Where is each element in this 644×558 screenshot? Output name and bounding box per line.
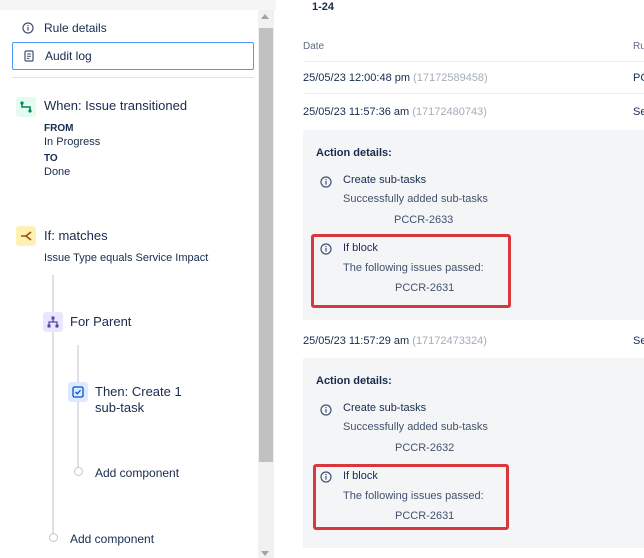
row-date: 25/05/23 11:57:29 am <box>303 335 410 347</box>
rule-sidebar: Rule details Audit log When: Issue trans… <box>0 0 276 558</box>
trigger-to-value: Done <box>44 166 71 178</box>
row-id: (17172473324) <box>412 335 487 347</box>
highlight-annotation <box>313 464 509 530</box>
action-details-heading: Action details: <box>316 375 392 387</box>
branch-condition-icon <box>16 226 36 246</box>
scroll-thumb[interactable] <box>259 28 273 462</box>
header-divider <box>303 61 644 62</box>
add-component-inner[interactable]: Add component <box>95 466 179 480</box>
add-component-outer[interactable]: Add component <box>70 532 154 546</box>
info-icon <box>320 176 332 188</box>
highlight-annotation <box>311 234 511 308</box>
action-details-panel: Action details: Create sub-tasks Success… <box>303 358 644 548</box>
row-status: PC <box>633 72 644 84</box>
row-divider <box>303 93 644 94</box>
condition-subtitle: Issue Type equals Service Impact <box>44 252 209 264</box>
nav-rule-details[interactable]: Rule details <box>12 14 254 42</box>
branch-title[interactable]: For Parent <box>70 314 131 330</box>
sidebar-top-bar <box>0 0 276 10</box>
trigger-from-value: In Progress <box>44 136 101 148</box>
info-icon <box>320 404 332 416</box>
add-component-dot[interactable] <box>49 533 58 542</box>
table-row[interactable]: 25/05/23 11:57:36 am (17172480743) <box>303 106 487 118</box>
flow-connector-inner <box>77 345 79 467</box>
sidebar-scrollbar[interactable] <box>258 10 274 558</box>
row-id: (17172480743) <box>412 106 487 118</box>
trigger-to-label: TO <box>44 153 58 164</box>
column-header-rule[interactable]: Ru <box>633 41 644 52</box>
condition-title[interactable]: If: matches <box>44 228 108 244</box>
action-title-line1[interactable]: Then: Create 1 <box>95 384 182 400</box>
trigger-title[interactable]: When: Issue transitioned <box>44 98 187 114</box>
row-date: 25/05/23 12:00:48 pm <box>303 72 411 84</box>
action-details-panel: Action details: Create sub-tasks Success… <box>303 130 644 320</box>
transition-icon <box>16 97 36 117</box>
trigger-from-label: FROM <box>44 123 74 134</box>
table-row[interactable]: 25/05/23 11:57:29 am (17172473324) <box>303 335 487 347</box>
add-component-dot[interactable] <box>74 467 83 476</box>
scroll-down-arrow-icon[interactable] <box>261 551 269 556</box>
column-header-date[interactable]: Date <box>303 41 324 52</box>
table-row[interactable]: 25/05/23 12:00:48 pm (17172589458) <box>303 72 488 84</box>
row-date: 25/05/23 11:57:36 am <box>303 106 410 118</box>
nav-rule-details-label: Rule details <box>44 21 107 35</box>
issue-key-link[interactable]: PCCR-2633 <box>394 214 453 226</box>
row-status: Se <box>633 106 644 118</box>
action-description: Successfully added sub-tasks <box>343 193 488 205</box>
hierarchy-icon <box>43 312 63 332</box>
results-range: 1-24 <box>312 1 335 13</box>
row-id: (17172589458) <box>413 72 488 84</box>
document-icon <box>24 50 34 62</box>
scroll-up-arrow-icon[interactable] <box>261 14 269 19</box>
action-title: Create sub-tasks <box>343 402 427 414</box>
action-title: Create sub-tasks <box>343 174 427 186</box>
issue-key-link[interactable]: PCCR-2632 <box>395 442 454 454</box>
audit-log-panel: 1-24 Date Ru 25/05/23 12:00:48 pm (17172… <box>276 0 644 558</box>
sidebar-divider <box>12 77 254 78</box>
action-details-heading: Action details: <box>316 147 392 159</box>
row-status: Se <box>633 335 644 347</box>
nav-audit-log-label: Audit log <box>45 49 92 63</box>
action-title-line2[interactable]: sub-task <box>95 400 144 416</box>
nav-audit-log[interactable]: Audit log <box>12 42 254 70</box>
create-subtask-icon <box>68 382 88 402</box>
action-description: Successfully added sub-tasks <box>343 421 488 433</box>
info-icon <box>22 22 34 34</box>
